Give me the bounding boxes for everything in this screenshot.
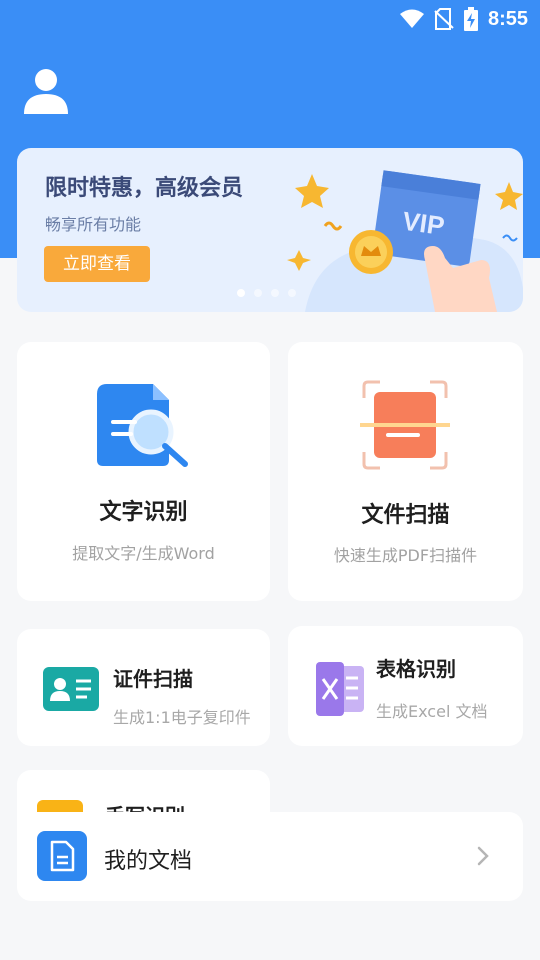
file-scan-icon (360, 380, 450, 470)
excel-icon (316, 662, 364, 716)
vip-card-text: VIP (401, 206, 447, 242)
feature-title: 证件扫描 (113, 667, 193, 691)
carousel-dot[interactable] (271, 289, 279, 297)
carousel-dot[interactable] (254, 289, 262, 297)
status-time: 8:55 (487, 7, 528, 30)
wifi-icon (399, 9, 424, 28)
user-avatar-icon[interactable] (24, 68, 68, 114)
carousel-dot[interactable] (288, 289, 296, 297)
banner-subtitle: 畅享所有功能 (45, 215, 142, 234)
feature-title: 表格识别 (376, 657, 456, 681)
banner-title: 限时特惠，高级会员 (45, 176, 244, 201)
battery-charging-icon (463, 7, 478, 31)
feature-title: 文件扫描 (361, 503, 450, 528)
my-documents-label: 我的文档 (104, 849, 193, 874)
table-recognition-card[interactable]: 表格识别 生成Excel 文档 (288, 626, 523, 746)
carousel-dot[interactable] (237, 289, 245, 297)
carousel-indicator (237, 289, 296, 297)
text-recognition-icon (97, 384, 188, 467)
view-now-button[interactable]: 立即查看 (44, 246, 150, 282)
document-icon (37, 831, 87, 881)
no-sim-icon (434, 8, 454, 30)
feature-subtitle: 生成1:1电子复印件 (113, 708, 251, 727)
feature-subtitle: 提取文字/生成Word (72, 544, 215, 563)
id-scan-card[interactable]: 证件扫描 生成1:1电子复印件 (17, 629, 270, 746)
feature-subtitle: 生成Excel 文档 (376, 702, 488, 721)
my-documents-bar[interactable]: 我的文档 (17, 812, 523, 901)
feature-subtitle: 快速生成PDF扫描件 (333, 546, 478, 565)
chevron-right-icon (477, 846, 489, 866)
vip-promo-banner[interactable]: 限时特惠，高级会员 畅享所有功能 立即查看 VIP (17, 148, 523, 312)
text-recognition-card[interactable]: 文字识别 提取文字/生成Word (17, 342, 270, 601)
file-scan-card[interactable]: 文件扫描 快速生成PDF扫描件 (288, 342, 523, 601)
id-card-icon (43, 667, 99, 711)
vip-card-illustration: VIP (287, 170, 523, 312)
feature-title: 文字识别 (99, 500, 188, 525)
status-bar: 8:55 (0, 0, 540, 36)
